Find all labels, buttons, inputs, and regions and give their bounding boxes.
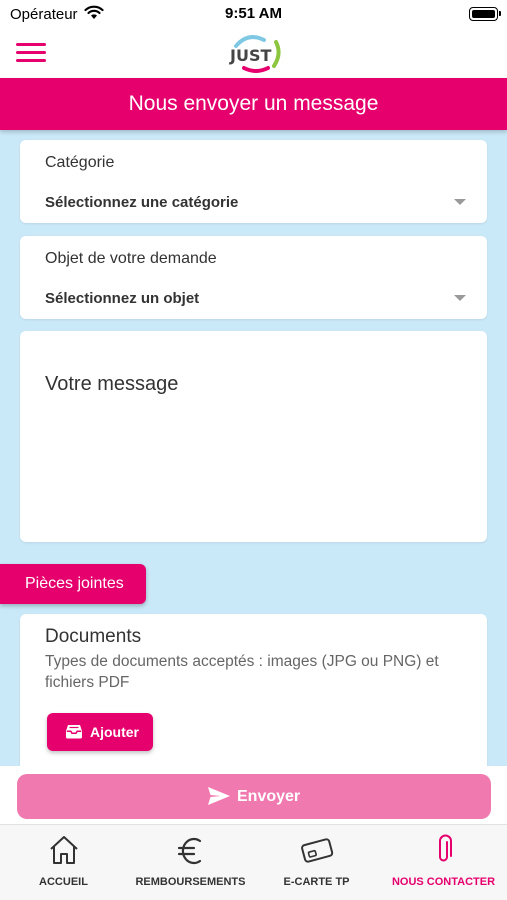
documents-card: Documents Types de documents acceptés : … xyxy=(20,614,487,766)
chevron-down-icon xyxy=(454,295,466,301)
message-input[interactable] xyxy=(45,373,465,396)
tab-nous-contacter[interactable]: NOUS CONTACTER xyxy=(380,825,507,900)
clock: 9:51 AM xyxy=(225,5,282,22)
tab-remboursements[interactable]: REMBOURSEMENTS xyxy=(127,825,254,900)
documents-title: Documents xyxy=(45,626,142,647)
category-select[interactable]: Catégorie Sélectionnez une catégorie xyxy=(20,140,487,223)
tab-label: ACCUEIL xyxy=(39,876,88,888)
tab-bar: ACCUEIL REMBOURSEMENTS E-CARTE TP NOUS C… xyxy=(0,824,507,900)
home-icon xyxy=(49,836,78,864)
paperclip-icon xyxy=(438,834,452,862)
page-title: Nous envoyer un message xyxy=(128,92,379,115)
subject-select[interactable]: Objet de votre demande Sélectionnez un o… xyxy=(20,236,487,319)
paper-plane-icon xyxy=(208,787,230,805)
documents-description: Types de documents acceptés : images (JP… xyxy=(45,653,439,691)
add-document-label: Ajouter xyxy=(90,724,139,740)
inbox-icon xyxy=(66,725,82,739)
tab-label: REMBOURSEMENTS xyxy=(135,876,246,888)
attachments-section-label: Pièces jointes xyxy=(0,564,146,604)
subject-value: Sélectionnez un objet xyxy=(45,290,200,307)
just-logo: JUST xyxy=(229,35,281,73)
euro-icon xyxy=(177,837,201,865)
tab-accueil[interactable]: ACCUEIL xyxy=(0,825,127,900)
tab-label: E-CARTE TP xyxy=(283,876,350,888)
logo-text: JUST xyxy=(229,46,271,65)
tab-label: NOUS CONTACTER xyxy=(391,876,496,888)
menu-icon[interactable] xyxy=(16,40,46,64)
title-bar: Nous envoyer un message xyxy=(0,78,507,130)
subject-label: Objet de votre demande xyxy=(45,250,217,267)
chevron-down-icon xyxy=(454,199,466,205)
status-bar: Opérateur 9:51 AM xyxy=(0,0,507,30)
send-label: Envoyer xyxy=(237,788,301,805)
send-button[interactable]: Envoyer xyxy=(17,774,491,819)
tab-e-carte-tp[interactable]: E-CARTE TP xyxy=(253,825,380,900)
app-header: JUST xyxy=(0,30,507,78)
message-card xyxy=(20,331,487,542)
send-area: Envoyer xyxy=(0,766,507,824)
category-value: Sélectionnez une catégorie xyxy=(45,194,239,211)
battery-icon xyxy=(469,7,501,21)
add-document-button[interactable]: Ajouter xyxy=(47,713,153,751)
card-icon xyxy=(300,838,333,863)
category-label: Catégorie xyxy=(45,154,115,171)
